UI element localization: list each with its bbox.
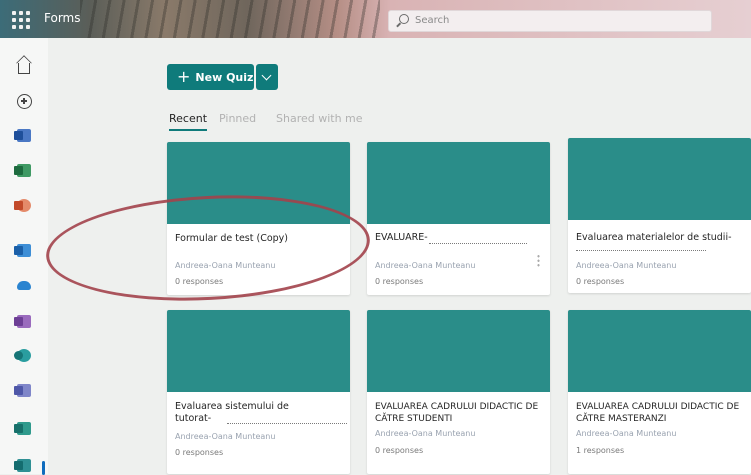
onenote-icon[interactable] xyxy=(14,312,33,330)
form-card[interactable]: Formular de test (Copy) Andreea-Oana Mun… xyxy=(167,142,350,295)
form-author: Andreea-Oana Munteanu xyxy=(175,261,276,270)
form-author: Andreea-Oana Munteanu xyxy=(576,261,677,270)
form-thumbnail xyxy=(568,138,751,220)
header-background-image xyxy=(80,0,380,38)
form-title: Evaluarea materialelor de studii- xyxy=(576,232,732,243)
teams-icon[interactable] xyxy=(14,381,33,399)
onedrive-icon[interactable] xyxy=(15,276,33,294)
form-thumbnail xyxy=(367,310,550,392)
form-responses: 0 responses xyxy=(175,277,224,286)
sharepoint-icon[interactable] xyxy=(14,346,33,364)
title-blank-line xyxy=(429,243,527,244)
plus-icon: + xyxy=(177,67,191,86)
powerpoint-icon[interactable] xyxy=(14,196,33,214)
app-launcher-icon[interactable] xyxy=(10,9,30,29)
form-title: Formular de test (Copy) xyxy=(175,233,289,244)
word-icon[interactable] xyxy=(14,126,33,144)
left-app-rail xyxy=(0,38,48,475)
form-responses: 0 responses xyxy=(576,277,625,286)
form-title: Evaluarea sistemului de tutorat- xyxy=(175,401,289,424)
active-app-indicator xyxy=(42,461,45,475)
form-responses: 0 responses xyxy=(375,277,424,286)
app-name[interactable]: Forms xyxy=(44,11,80,25)
new-quiz-dropdown-button[interactable] xyxy=(256,64,278,90)
form-card[interactable]: Evaluarea materialelor de studii- Andree… xyxy=(568,138,751,293)
title-blank-line xyxy=(576,250,706,251)
form-card[interactable]: EVALUAREA CADRULUI DIDACTIC DE CĂTRE STU… xyxy=(367,310,550,474)
form-responses: 1 responses xyxy=(576,446,625,455)
form-thumbnail xyxy=(167,142,350,224)
form-responses: 0 responses xyxy=(175,448,224,457)
top-bar: Forms Search xyxy=(0,0,751,38)
form-card[interactable]: Evaluarea sistemului de tutorat- Andreea… xyxy=(167,310,350,474)
form-thumbnail xyxy=(568,310,751,392)
form-thumbnail xyxy=(367,142,550,224)
sway-icon[interactable] xyxy=(14,419,33,437)
tab-pinned[interactable]: Pinned xyxy=(219,112,256,125)
form-author: Andreea-Oana Munteanu xyxy=(576,429,677,438)
form-title: EVALUAREA CADRULUI DIDACTIC DE CĂTRE STU… xyxy=(375,402,539,424)
form-responses: 0 responses xyxy=(375,446,424,455)
search-placeholder[interactable]: Search xyxy=(415,15,449,26)
search-box[interactable]: Search xyxy=(388,10,712,32)
form-title: EVALUAREA CADRULUI DIDACTIC DE CĂTRE MAS… xyxy=(576,402,740,424)
excel-icon[interactable] xyxy=(14,161,33,179)
create-icon[interactable] xyxy=(15,92,33,110)
home-icon[interactable] xyxy=(15,57,33,75)
new-quiz-button[interactable]: + New Quiz xyxy=(167,64,254,90)
title-blank-line xyxy=(227,423,347,424)
form-author: Andreea-Oana Munteanu xyxy=(375,429,476,438)
more-options-icon[interactable] xyxy=(537,254,540,267)
form-author: Andreea-Oana Munteanu xyxy=(175,432,276,441)
form-author: Andreea-Oana Munteanu xyxy=(375,261,476,270)
outlook-icon[interactable] xyxy=(14,241,33,259)
forms-icon[interactable] xyxy=(14,456,33,474)
form-card[interactable]: EVALUARE- Andreea-Oana Munteanu 0 respon… xyxy=(367,142,550,295)
form-thumbnail xyxy=(167,310,350,392)
tab-recent[interactable]: Recent xyxy=(169,112,208,131)
tab-shared-with-me[interactable]: Shared with me xyxy=(276,112,363,125)
search-icon xyxy=(399,14,409,24)
form-card[interactable]: EVALUAREA CADRULUI DIDACTIC DE CĂTRE MAS… xyxy=(568,310,751,474)
new-quiz-label: New Quiz xyxy=(195,70,254,84)
